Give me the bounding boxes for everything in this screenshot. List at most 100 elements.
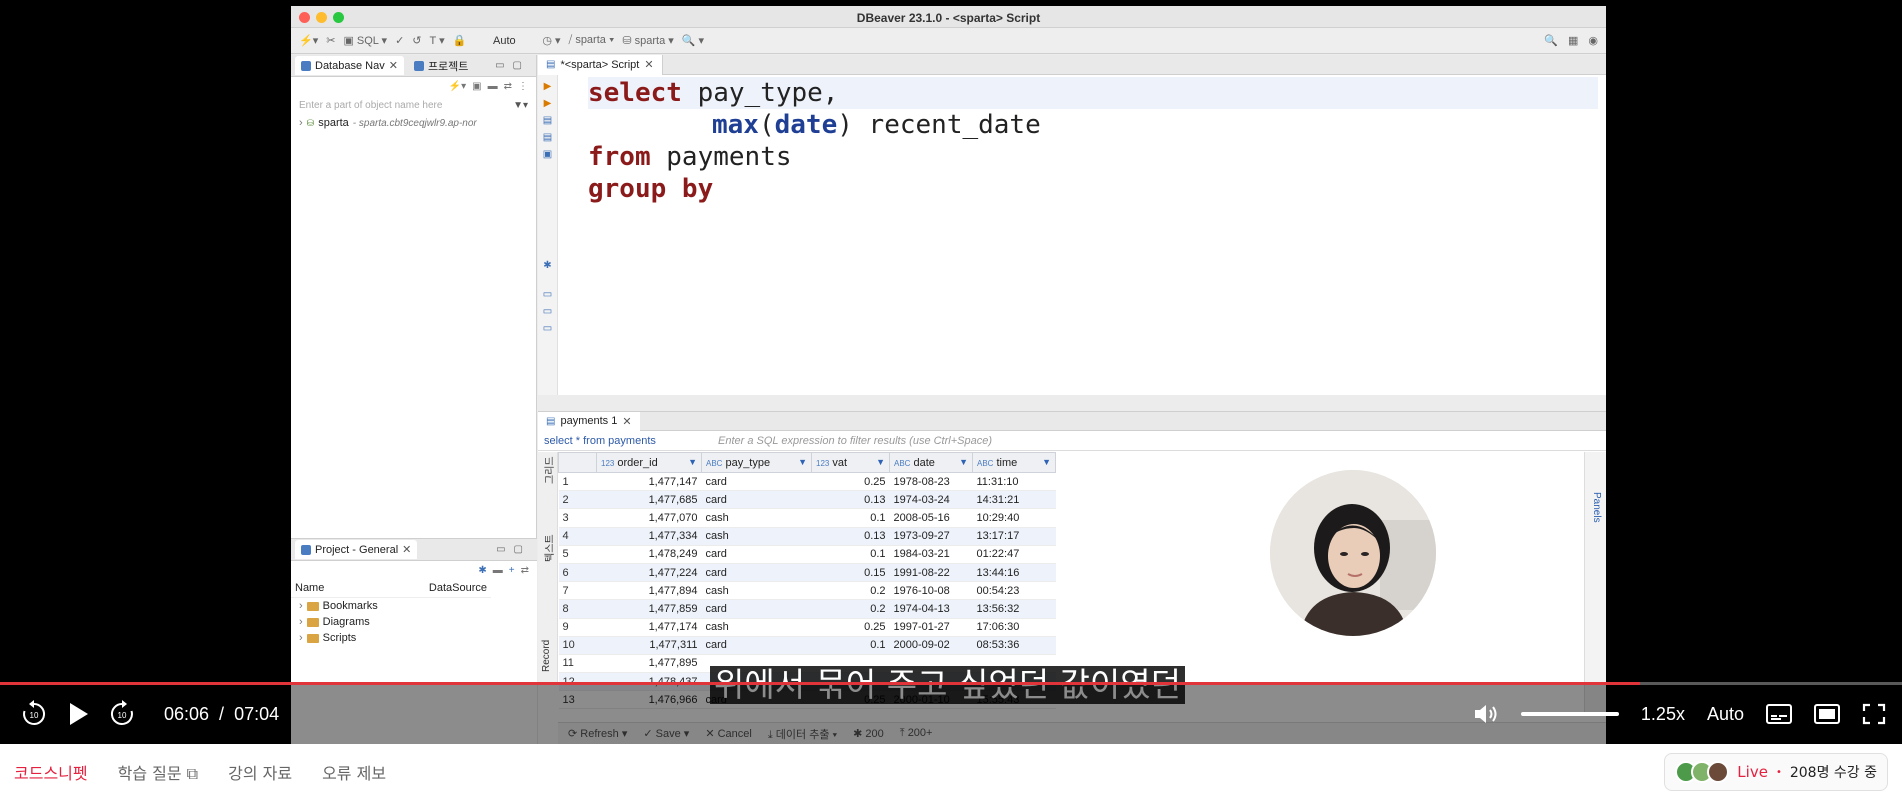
cell-vat[interactable]: 0.13 — [811, 527, 890, 546]
tab-record[interactable]: Record — [541, 640, 552, 672]
cell-date[interactable]: 2000-09-02 — [889, 636, 973, 655]
cell-pay-type[interactable]: card — [701, 472, 812, 492]
execute-script-icon[interactable]: ▶ — [538, 98, 557, 109]
terminal-icon[interactable]: ▣ — [538, 149, 557, 160]
link-icon[interactable]: ⇄ — [521, 565, 529, 576]
cell-pay-type[interactable]: cash — [701, 508, 812, 528]
cell-date[interactable]: 1974-04-13 — [889, 599, 973, 619]
settings-icon[interactable]: ✱ — [538, 260, 557, 271]
cell-vat[interactable]: 0.25 — [811, 618, 890, 637]
output-icon[interactable]: ▭ — [538, 323, 557, 334]
tab-project-general[interactable]: Project - General ✕ — [295, 540, 418, 559]
export-icon[interactable]: ▭ — [538, 289, 557, 300]
theater-mode-icon[interactable] — [1814, 704, 1840, 724]
cell-time[interactable]: 10:29:40 — [972, 508, 1056, 528]
row-number[interactable]: 4 — [558, 527, 597, 546]
table-row[interactable]: 5 1,478,249 card 0.1 1984-03-21 01:22:47 — [558, 545, 1056, 564]
row-number[interactable]: 11 — [558, 654, 597, 674]
tab-lecture-materials[interactable]: 강의 자료 — [228, 760, 292, 784]
column-header[interactable]: ABC time ▼ — [972, 452, 1056, 473]
cell-pay-type[interactable]: card — [701, 636, 812, 655]
rollback-icon[interactable]: ↺ — [412, 34, 421, 47]
add-icon[interactable]: + — [509, 565, 515, 576]
cell-date[interactable]: 1976-10-08 — [889, 581, 973, 601]
tab-payments-1[interactable]: ▤ payments 1 ✕ — [538, 411, 640, 431]
tab-grid[interactable]: 그리드 — [541, 456, 556, 484]
tab-code-snippet[interactable]: 코드스니펫 — [14, 760, 88, 784]
link-icon[interactable]: ⇄ — [504, 81, 512, 92]
sort-icon[interactable]: ▼ — [798, 457, 807, 467]
row-number[interactable]: 8 — [558, 599, 597, 619]
cell-order-id[interactable]: 1,477,894 — [596, 581, 702, 601]
row-number[interactable]: 9 — [558, 618, 597, 637]
cell-date[interactable]: 1973-09-27 — [889, 527, 973, 546]
disconnect-icon[interactable]: ✂ — [326, 34, 335, 47]
cell-time[interactable]: 11:31:10 — [972, 472, 1056, 492]
playback-speed[interactable]: 1.25x — [1641, 704, 1685, 725]
lock-icon[interactable]: 🔒 — [453, 34, 467, 47]
chevron-right-icon[interactable]: › — [299, 616, 303, 628]
progress-bar[interactable] — [0, 682, 1902, 685]
cell-time[interactable]: 17:06:30 — [972, 618, 1056, 637]
cell-time[interactable]: 13:56:32 — [972, 599, 1056, 619]
project-item-scripts[interactable]: › Scripts — [291, 630, 537, 646]
cell-date[interactable]: 1991-08-22 — [889, 563, 973, 583]
sql-editor-icon[interactable]: ▣ SQL ▾ — [343, 34, 387, 47]
more-icon[interactable]: ⋮ — [518, 81, 528, 92]
cell-date[interactable]: 1997-01-27 — [889, 618, 973, 637]
fullscreen-icon[interactable] — [1862, 703, 1886, 725]
collapse-icon[interactable]: ▬ — [493, 565, 503, 576]
sort-icon[interactable]: ▼ — [688, 457, 697, 467]
row-number[interactable]: 2 — [558, 490, 597, 510]
chevron-right-icon[interactable]: › — [299, 117, 303, 129]
cell-order-id[interactable]: 1,477,224 — [596, 563, 702, 583]
table-row[interactable]: 6 1,477,224 card 0.15 1991-08-22 13:44:16 — [558, 563, 1056, 583]
chevron-right-icon[interactable]: › — [299, 600, 303, 612]
settings-icon[interactable]: ✱ — [478, 565, 486, 576]
tab-text[interactable]: 텍스트 — [541, 534, 556, 562]
tab-database-nav[interactable]: Database Nav ✕ — [295, 56, 404, 75]
cell-pay-type[interactable]: card — [701, 490, 812, 510]
cell-date[interactable]: 1978-08-23 — [889, 472, 973, 492]
cell-time[interactable]: 14:31:21 — [972, 490, 1056, 510]
forward-10-button[interactable]: 10 — [102, 694, 142, 734]
cell-time[interactable]: 13:44:16 — [972, 563, 1056, 583]
cell-pay-type[interactable]: cash — [701, 581, 812, 601]
minimize-maximize-icons[interactable]: ▭▢ — [495, 60, 536, 71]
connect-icon[interactable]: ⚡▾ — [299, 34, 318, 47]
folder-icon[interactable]: ▣ — [472, 81, 481, 92]
cell-order-id[interactable]: 1,477,895 — [596, 654, 702, 674]
transaction-icon[interactable]: T ▾ — [430, 34, 445, 47]
close-icon[interactable]: ✕ — [389, 59, 398, 72]
cell-vat[interactable]: 0.13 — [811, 490, 890, 510]
collapse-icon[interactable]: ▬ — [488, 81, 498, 92]
load-script-icon[interactable]: ▤ — [538, 132, 557, 143]
active-schema[interactable]: ⛁ sparta ▾ — [622, 34, 673, 47]
search-tool-icon[interactable]: 🔍 ▾ — [682, 34, 704, 47]
close-icon[interactable]: ✕ — [622, 415, 631, 428]
results-query[interactable]: select * from payments — [538, 435, 708, 447]
quality-selector[interactable]: Auto — [1707, 704, 1744, 725]
cell-time[interactable]: 00:54:23 — [972, 581, 1056, 601]
cell-date[interactable]: 1974-03-24 — [889, 490, 973, 510]
cell-order-id[interactable]: 1,477,174 — [596, 618, 702, 637]
tab-learning-question[interactable]: 학습 질문 ⧉ — [118, 760, 199, 784]
cell-pay-type[interactable]: cash — [701, 618, 812, 637]
cell-vat[interactable]: 0.1 — [811, 545, 890, 564]
table-row[interactable]: 10 1,477,311 card 0.1 2000-09-02 08:53:36 — [558, 636, 1056, 655]
volume-slider[interactable] — [1520, 712, 1619, 716]
cell-time[interactable]: 13:17:17 — [972, 527, 1056, 546]
error-icon[interactable]: ▭ — [538, 306, 557, 317]
minimize-maximize-icons[interactable]: ▭▢ — [496, 544, 537, 555]
cell-vat[interactable]: 0.1 — [811, 508, 890, 528]
cell-vat[interactable]: 0.2 — [811, 599, 890, 619]
explain-icon[interactable]: ▤ — [538, 115, 557, 126]
column-header[interactable]: ABC pay_type ▼ — [701, 452, 812, 473]
cell-order-id[interactable]: 1,477,685 — [596, 490, 702, 510]
play-button[interactable] — [58, 694, 98, 734]
column-header[interactable]: ABC date ▼ — [889, 452, 973, 473]
cell-order-id[interactable]: 1,478,249 — [596, 545, 702, 564]
cell-order-id[interactable]: 1,477,147 — [596, 472, 702, 492]
cell-pay-type[interactable]: cash — [701, 527, 812, 546]
execute-statement-icon[interactable]: ▶ — [538, 81, 557, 92]
